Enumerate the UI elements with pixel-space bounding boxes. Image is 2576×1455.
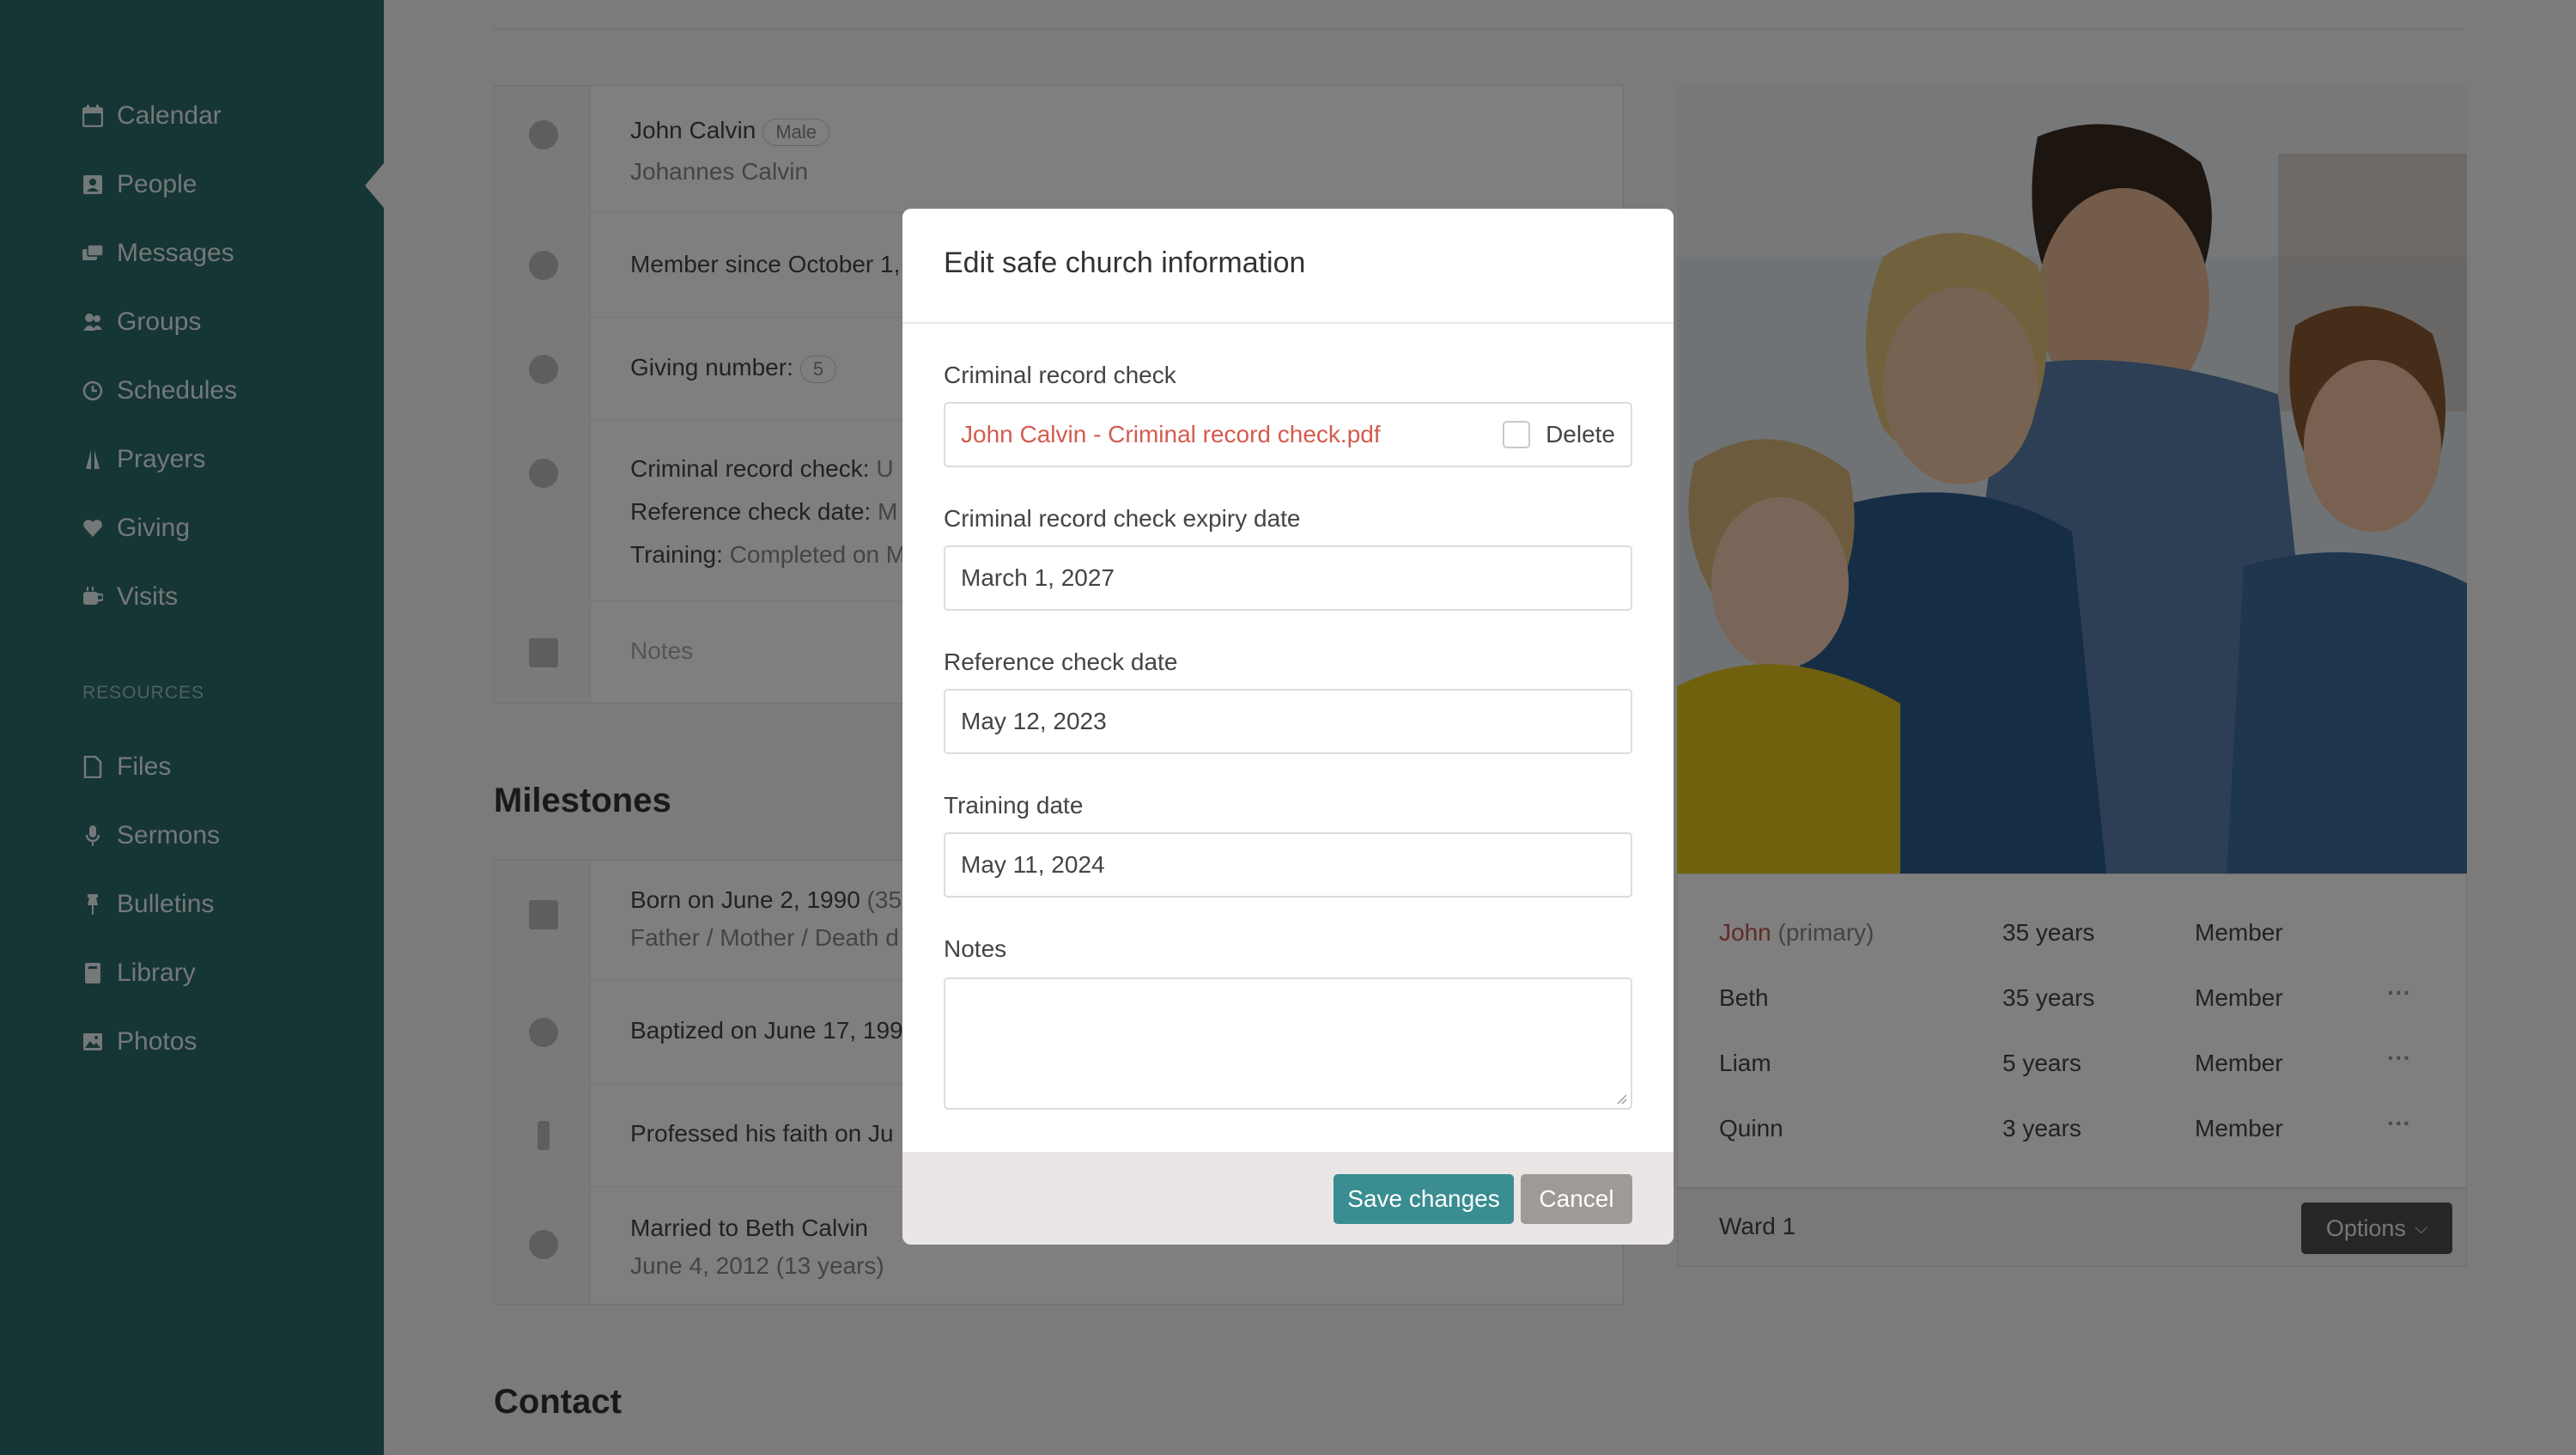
reference-date-input[interactable]: May 12, 2023 [944,689,1632,754]
modal-footer: Save changes Cancel [902,1152,1674,1245]
modal-title: Edit safe church information [944,247,1306,279]
notes-field-label: Notes [944,935,1007,962]
resize-grip-icon[interactable] [1615,1093,1627,1105]
modal-header: Edit safe church information [902,209,1674,324]
edit-safe-church-modal: Edit safe church information Criminal re… [902,209,1674,1245]
training-date-input[interactable]: May 11, 2024 [944,832,1632,898]
delete-label: Delete [1546,421,1615,447]
crc-file-link[interactable]: John Calvin - Criminal record check.pdf [961,421,1381,448]
reference-field-label: Reference check date [944,648,1178,675]
delete-checkbox[interactable] [1503,421,1531,448]
save-changes-button[interactable]: Save changes [1334,1174,1514,1224]
training-field-label: Training date [944,792,1084,819]
delete-file-toggle[interactable]: Delete [1503,421,1615,448]
crc-field-label: Criminal record check [944,362,1176,388]
expiry-field-label: Criminal record check expiry date [944,505,1301,532]
crc-file-field: John Calvin - Criminal record check.pdf … [944,402,1632,467]
cancel-button[interactable]: Cancel [1521,1174,1632,1224]
notes-textarea[interactable] [944,977,1632,1110]
expiry-date-input[interactable]: March 1, 2027 [944,545,1632,611]
